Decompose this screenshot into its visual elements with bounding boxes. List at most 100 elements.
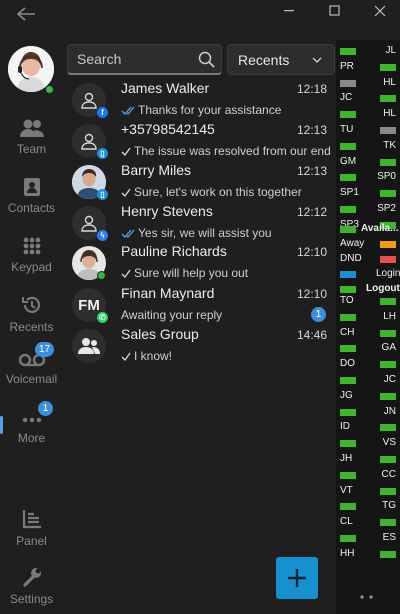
- status-code[interactable]: GM: [340, 156, 356, 167]
- contact-name: Henry Stevens: [121, 203, 213, 219]
- status-code[interactable]: PR: [340, 61, 354, 72]
- conversation-item[interactable]: Sales Group 14:46 I know!: [67, 326, 335, 367]
- chevron-down-icon: [312, 57, 322, 63]
- status-bar: [340, 503, 356, 511]
- status-code[interactable]: HL: [383, 77, 396, 88]
- panel-more-icon[interactable]: [357, 587, 377, 605]
- nav-label: Panel: [16, 534, 47, 548]
- search-icon[interactable]: [198, 51, 215, 68]
- nav-panel[interactable]: Panel: [0, 504, 63, 554]
- status-code[interactable]: JL: [385, 45, 396, 56]
- nav-label: Keypad: [11, 260, 52, 274]
- status-code[interactable]: SP2: [377, 203, 396, 214]
- status-code[interactable]: TO: [340, 295, 354, 306]
- status-bar: [340, 377, 356, 384]
- status-code[interactable]: HL: [383, 108, 396, 119]
- state-label[interactable]: DND: [340, 253, 362, 264]
- recents-selected: Recents: [238, 52, 290, 68]
- status-code[interactable]: SP1: [340, 187, 359, 198]
- status-code[interactable]: LH: [383, 311, 396, 322]
- nav-team[interactable]: Team: [0, 114, 63, 164]
- status-code[interactable]: SP0: [377, 171, 396, 182]
- status-bar: [380, 329, 396, 337]
- status-bar: [340, 79, 356, 87]
- new-conversation-button[interactable]: [276, 557, 318, 599]
- facebook-icon: f: [97, 107, 108, 118]
- status-code[interactable]: VS: [383, 437, 396, 448]
- nav-contacts[interactable]: Contacts: [0, 173, 63, 223]
- status-code[interactable]: JC: [384, 374, 396, 385]
- search-input[interactable]: [77, 51, 197, 67]
- search-box[interactable]: [67, 44, 222, 75]
- message-preview: Sure will help you out: [134, 266, 249, 280]
- status-code[interactable]: JC: [340, 92, 352, 103]
- status-code[interactable]: JG: [340, 390, 353, 401]
- panel-icon: [22, 510, 41, 529]
- status-code[interactable]: HH: [340, 548, 354, 559]
- status-code[interactable]: CH: [340, 327, 354, 338]
- nav-recents[interactable]: Recents: [0, 290, 63, 340]
- close-icon[interactable]: [368, 2, 392, 20]
- nav-keypad[interactable]: Keypad: [0, 232, 63, 282]
- status-code[interactable]: TU: [340, 124, 353, 135]
- status-code[interactable]: CL: [340, 516, 353, 527]
- maximize-icon[interactable]: [323, 2, 347, 20]
- voicemail-badge: 17: [35, 342, 55, 357]
- group-icon: [72, 329, 106, 363]
- state-label[interactable]: Away: [340, 238, 364, 249]
- nav-voicemail[interactable]: Voicemail: [0, 348, 63, 398]
- status-code[interactable]: DO: [340, 358, 355, 369]
- arrow-left-icon[interactable]: [16, 6, 38, 22]
- status-code[interactable]: JN: [384, 406, 396, 417]
- status-bar: [340, 345, 356, 353]
- livechat-icon: ▯: [97, 148, 108, 159]
- state-label[interactable]: Login: [376, 268, 400, 279]
- status-bar: [340, 142, 356, 150]
- check-icon: [121, 352, 131, 361]
- conversation-item[interactable]: ▯ +35798542145 12:13 The issue was resol…: [67, 121, 335, 162]
- status-code[interactable]: ES: [383, 532, 396, 543]
- status-bar: [340, 313, 356, 321]
- recents-dropdown[interactable]: Recents: [227, 44, 335, 75]
- conversation-item[interactable]: ▯ Barry Miles 12:13 Sure, let's work on …: [67, 162, 335, 203]
- status-bar: [340, 111, 356, 119]
- contact-name: +35798542145: [121, 121, 215, 137]
- status-bar: [380, 392, 396, 400]
- status-code[interactable]: JH: [340, 453, 352, 464]
- double-check-icon: [121, 229, 135, 238]
- status-code[interactable]: GA: [382, 342, 396, 353]
- message-preview: The issue was resolved from our end: [134, 144, 331, 158]
- status-bar: [340, 408, 356, 416]
- status-code[interactable]: TG: [382, 500, 396, 511]
- state-bar: [340, 286, 356, 293]
- nav-more[interactable]: More: [0, 409, 63, 459]
- status-code[interactable]: TK: [383, 140, 396, 151]
- message-preview: Thanks for your assistance: [138, 103, 282, 117]
- status-code[interactable]: ID: [340, 421, 350, 432]
- state-label[interactable]: Logout: [366, 283, 400, 294]
- conversation-item[interactable]: f James Walker 12:18 Thanks for your ass…: [67, 80, 335, 121]
- status-bar: [380, 63, 396, 71]
- status-code[interactable]: CC: [382, 469, 396, 480]
- state-bar: [340, 226, 356, 233]
- status-bar: [380, 190, 396, 198]
- conversation-item[interactable]: ϟ Henry Stevens 12:12 Yes sir, we will a…: [67, 203, 335, 244]
- conversation-time: 14:46: [296, 328, 327, 342]
- conversation-time: 12:12: [296, 205, 327, 219]
- conversation-item[interactable]: FM ✆ Finan Maynard 12:10 Awaiting your r…: [67, 285, 335, 326]
- status-bar: [340, 440, 356, 448]
- status-code[interactable]: VT: [340, 485, 353, 496]
- conversation-item[interactable]: Pauline Richards 12:10 Sure will help yo…: [67, 243, 335, 284]
- nav-settings[interactable]: Settings: [0, 562, 63, 612]
- active-indicator: [0, 416, 3, 434]
- conversation-time: 12:10: [296, 287, 327, 301]
- more-badge: 1: [38, 401, 53, 416]
- presence-dot: [45, 85, 54, 94]
- state-label[interactable]: Availa...: [361, 223, 398, 234]
- status-bar: [380, 519, 396, 527]
- check-icon: [121, 147, 131, 156]
- contacts-icon: [23, 178, 40, 196]
- double-check-icon: [121, 106, 135, 115]
- minimize-icon[interactable]: [278, 2, 302, 20]
- nav-label: Contacts: [7, 201, 56, 215]
